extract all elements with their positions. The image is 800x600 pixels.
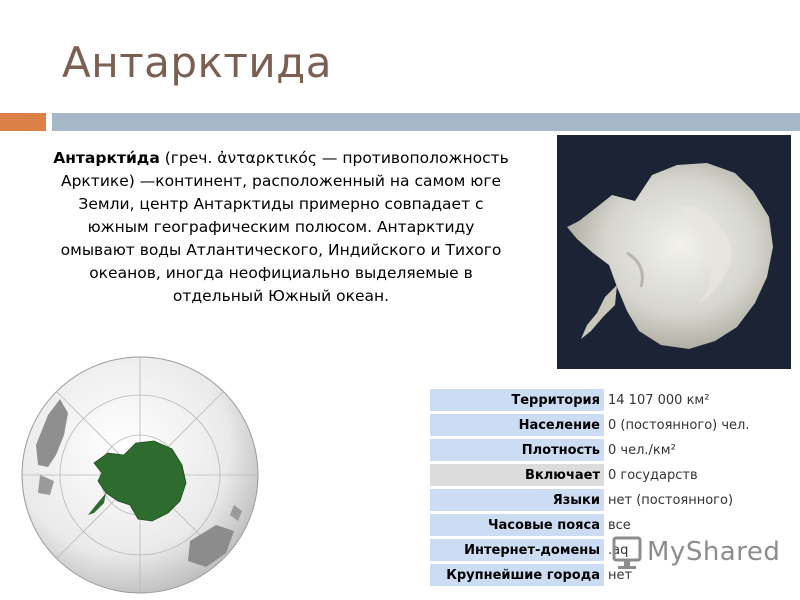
slide-title: Антарктида xyxy=(62,38,332,87)
infobox-label: Территория xyxy=(430,389,604,411)
infobox-value: нет (постоянного) xyxy=(604,489,778,511)
accent-bar-blue xyxy=(52,113,800,131)
monitor-icon xyxy=(612,536,642,569)
infobox-row: Территория 14 107 000 км² xyxy=(430,389,778,411)
infobox-label: Население xyxy=(430,414,604,436)
infobox-value: 0 чел./км² xyxy=(604,439,778,461)
infobox-value: 0 (постоянного) чел. xyxy=(604,414,778,436)
infobox-label: Включает xyxy=(430,464,604,486)
infobox-row: Плотность 0 чел./км² xyxy=(430,439,778,461)
infobox-label: Часовые пояса xyxy=(430,514,604,536)
watermark-text: MyShared xyxy=(647,537,781,567)
myshared-watermark: MyShared xyxy=(603,533,780,573)
infobox-label: Плотность xyxy=(430,439,604,461)
infobox-row: Включает 0 государств xyxy=(430,464,778,486)
infobox-value: 14 107 000 км² xyxy=(604,389,778,411)
infobox-row: Население 0 (постоянного) чел. xyxy=(430,414,778,436)
description-text: (греч. ἀνταρκτικός — противоположность А… xyxy=(60,149,509,305)
description-paragraph: Антаркти́да (греч. ἀνταρκτικός — противо… xyxy=(50,147,512,308)
accent-bar-orange xyxy=(0,113,46,131)
term-bold: Антаркти́да xyxy=(53,149,160,167)
infobox-label: Языки xyxy=(430,489,604,511)
infobox-value: 0 государств xyxy=(604,464,778,486)
infobox-row: Языки нет (постоянного) xyxy=(430,489,778,511)
antarctica-satellite-image xyxy=(557,135,791,369)
infobox-label: Крупнейшие города xyxy=(430,564,604,586)
infobox-label: Интернет-домены xyxy=(430,539,604,561)
antarctica-locator-globe xyxy=(21,356,259,594)
